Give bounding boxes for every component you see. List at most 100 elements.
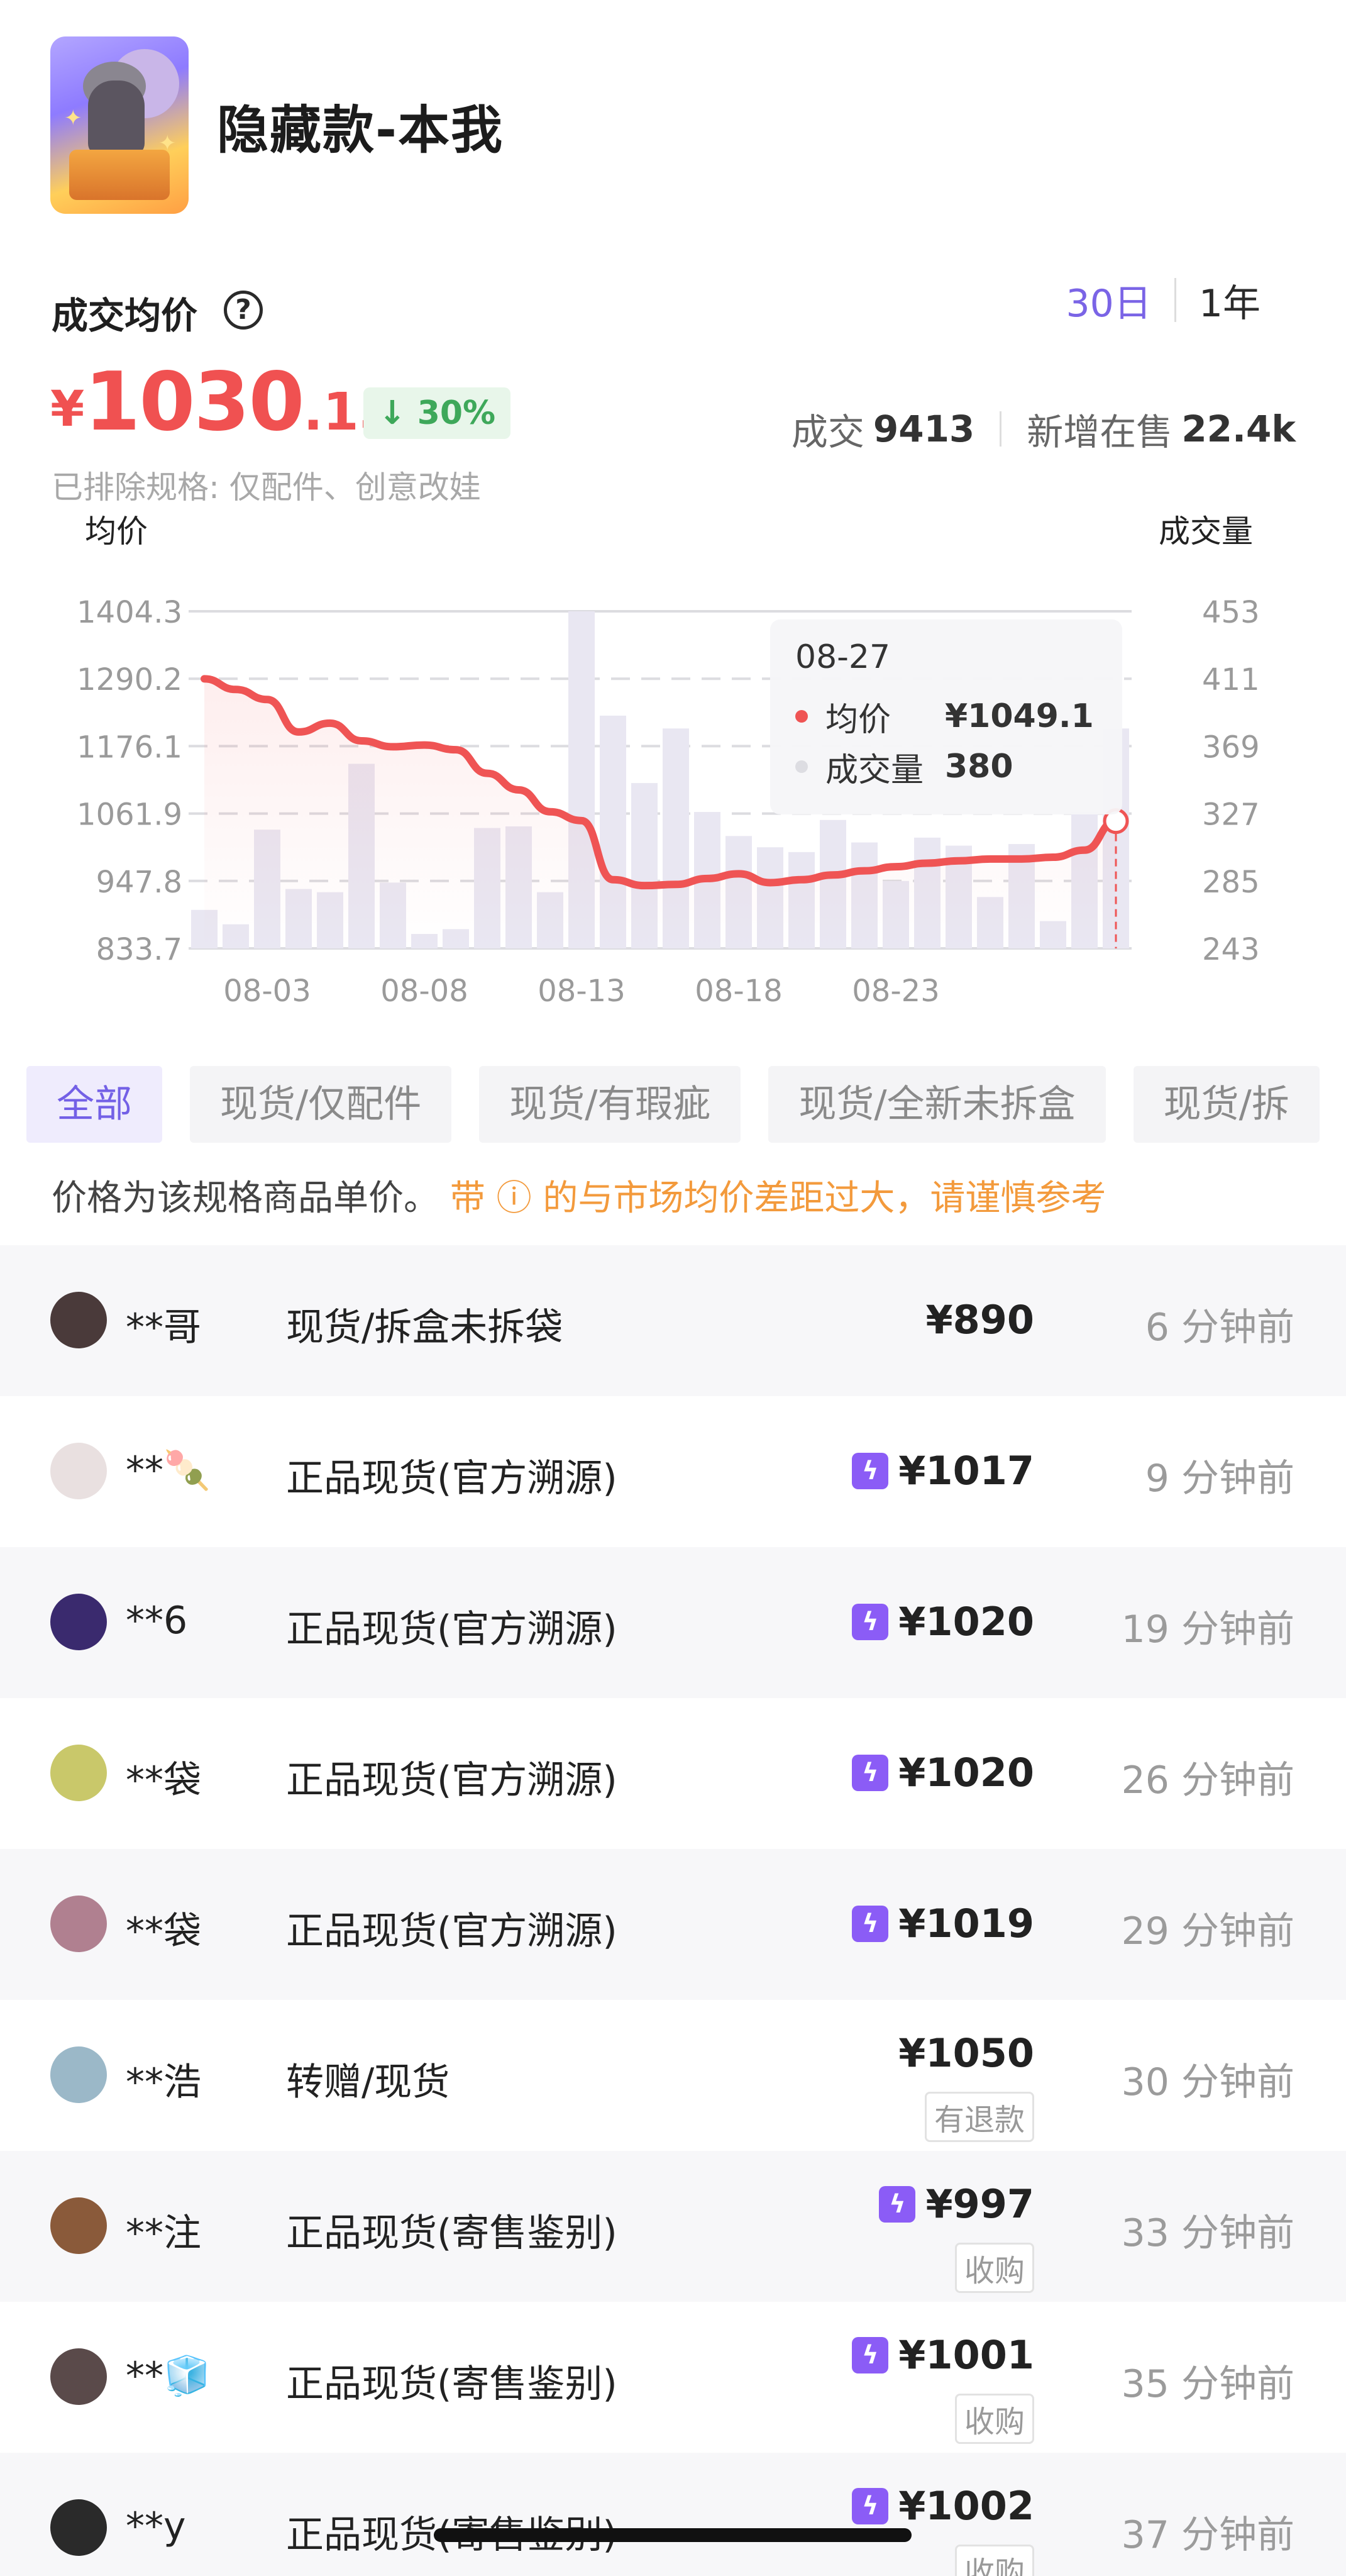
avatar[interactable] (50, 1292, 107, 1348)
avatar[interactable] (50, 2197, 107, 2254)
avatar[interactable] (50, 2348, 107, 2405)
avatar[interactable] (50, 2046, 107, 2103)
deal-price: ϟ ¥1017 (852, 1448, 1034, 1494)
deal-time: 30 分钟前 (1121, 2060, 1294, 2104)
transaction-row[interactable]: **浩 转赠/现货 ¥1050 有退款 30 分钟前 (0, 2000, 1346, 2151)
help-icon[interactable]: ? (224, 291, 263, 330)
spec-label: 正品现货(寄售鉴别) (286, 2362, 617, 2406)
buyer-name: **袋 (126, 1758, 201, 1802)
deal-price: ¥890 (925, 1297, 1034, 1343)
price-value: ¥1002 (898, 2483, 1034, 2529)
avatar[interactable] (50, 1594, 107, 1650)
price-value: ¥890 (925, 1297, 1034, 1343)
tooltip-price-value: ¥1049.1 (945, 697, 1094, 735)
tab-1-year[interactable]: 1年 (1176, 273, 1283, 328)
price-change-value: 30% (417, 394, 496, 432)
avatar[interactable] (50, 1443, 107, 1499)
tooltip-price-row: 均价 ¥1049.1 (795, 691, 1097, 741)
transaction-row[interactable]: **6 正品现货(官方溯源) ϟ ¥1020 19 分钟前 (0, 1547, 1346, 1698)
x-tick-label: 08-13 (538, 974, 625, 1009)
x-tick-label: 08-08 (380, 974, 468, 1009)
price-change-badge: ↓ 30% (363, 387, 511, 439)
buyer-name: **🧊 (126, 2354, 211, 2398)
left-tick-label: 1061.9 (77, 797, 182, 833)
product-header: ✦ ✦ 隐藏款-本我 (0, 0, 1346, 239)
range-tabs: 30日 1年 (1043, 272, 1283, 328)
price-volume-chart[interactable]: 均价 成交量 1404.3 453 1290.2 411 1176.1 369 1061.9… (0, 503, 1346, 1019)
buyer-name: **注 (126, 2211, 201, 2255)
transaction-row[interactable]: **🍡 正品现货(官方溯源) ϟ ¥1017 9 分钟前 (0, 1396, 1346, 1547)
arrow-down-icon: ↓ (378, 394, 406, 432)
spec-label: 正品现货(寄售鉴别) (286, 2211, 617, 2255)
price-value: ¥1019 (898, 1901, 1034, 1946)
price-currency: ¥ (50, 381, 85, 438)
deal-price: ϟ ¥1019 (852, 1901, 1034, 1946)
avatar[interactable] (50, 2499, 107, 2556)
spec-tab-accessories[interactable]: 现货/仅配件 (190, 1066, 452, 1143)
x-tick-label: 08-18 (695, 974, 782, 1009)
deal-price: ϟ ¥1001 (852, 2332, 1034, 2378)
avatar[interactable] (50, 1745, 107, 1801)
spec-tab-opened[interactable]: 现货/拆 (1133, 1066, 1320, 1143)
spec-label: 正品现货(官方溯源) (286, 1607, 617, 1652)
right-tick-label: 285 (1202, 865, 1260, 900)
lightning-icon: ϟ (879, 2185, 916, 2223)
left-tick-label: 833.7 (96, 932, 182, 967)
deal-time: 37 分钟前 (1121, 2513, 1294, 2557)
lightning-icon: ϟ (852, 2336, 889, 2373)
spec-label: 正品现货(官方溯源) (286, 1758, 617, 1802)
spec-label: 现货/拆盒未拆袋 (286, 1306, 563, 1350)
exclusion-note: 已排除规格: 仅配件、创意改娃 (52, 469, 481, 506)
spec-label: 正品现货(官方溯源) (286, 1909, 617, 1953)
right-tick-label: 243 (1202, 932, 1260, 967)
right-tick-label: 453 (1202, 595, 1260, 630)
left-tick-label: 947.8 (96, 865, 182, 900)
buyer-name: **浩 (126, 2060, 201, 2104)
price-value: ¥1001 (898, 2332, 1034, 2378)
transaction-row[interactable]: **y正品现货(寄售鉴别)ϟ¥1002收购37 分钟前 (0, 2453, 1346, 2576)
spec-tab-all[interactable]: 全部 (26, 1066, 162, 1143)
deals-value: 9413 (873, 408, 975, 450)
lightning-icon: ϟ (852, 1603, 889, 1640)
product-title: 隐藏款-本我 (217, 101, 504, 160)
transaction-list: **哥 现货/拆盒未拆袋 ¥890 6 分钟前 **🍡 正品现货(官方溯源) ϟ ¥1017 9… (0, 1245, 1346, 2576)
x-tick-label: 08-03 (223, 974, 311, 1009)
lightning-icon: ϟ (852, 2487, 889, 2524)
tooltip-volume-row: 成交量 380 (795, 741, 1097, 792)
transaction-row[interactable]: **🧊 正品现货(寄售鉴别) ϟ ¥1001 收购 35 分钟前 (0, 2302, 1346, 2453)
tooltip-volume-label: 成交量 (825, 751, 924, 789)
deal-price: ϟ ¥1002 (852, 2483, 1034, 2529)
right-tick-label: 369 (1202, 730, 1260, 765)
lightning-icon: ϟ (852, 1905, 889, 1942)
price-legend-dot (795, 710, 808, 723)
spec-tab-sealed[interactable]: 现货/全新未拆盒 (768, 1066, 1106, 1143)
deal-time: 35 分钟前 (1121, 2362, 1294, 2406)
deal-time: 9 分钟前 (1145, 1457, 1294, 1501)
new-listings-value: 22.4k (1181, 408, 1296, 450)
deal-time: 29 分钟前 (1121, 1909, 1294, 1953)
right-tick-label: 327 (1202, 797, 1260, 833)
product-thumbnail[interactable]: ✦ ✦ (50, 36, 189, 214)
deal-price: ϟ ¥1020 (852, 1599, 1034, 1645)
transaction-row[interactable]: **哥 现货/拆盒未拆袋 ¥890 6 分钟前 (0, 1245, 1346, 1396)
left-tick-label: 1176.1 (77, 730, 182, 765)
tab-30-days[interactable]: 30日 (1043, 273, 1174, 328)
price-value: ¥1050 (898, 2030, 1034, 2076)
transaction-row[interactable]: **袋 正品现货(官方溯源) ϟ ¥1020 26 分钟前 (0, 1698, 1346, 1849)
price-value: ¥1017 (898, 1448, 1034, 1494)
deal-stats: 成交 9413 新增在售 22.4k (792, 402, 1296, 455)
transaction-row[interactable]: **注 正品现货(寄售鉴别) ϟ ¥997 收购 33 分钟前 (0, 2151, 1346, 2302)
spec-tab-flawed[interactable]: 现货/有瑕疵 (479, 1066, 741, 1143)
spec-tabs: 全部 现货/仅配件 现货/有瑕疵 现货/全新未拆盒 现货/拆 (26, 1066, 1346, 1143)
home-indicator (434, 2528, 912, 2542)
price-notice: 价格为该规格商品单价。 带 ⓘ 的与市场均价差距过大，请谨慎参考 (52, 1170, 1106, 1221)
transaction-row[interactable]: **袋 正品现货(官方溯源) ϟ ¥1019 29 分钟前 (0, 1849, 1346, 2000)
avatar[interactable] (50, 1896, 107, 1952)
sparkle-icon: ✦ (158, 131, 177, 156)
deal-tag: 有退款 (924, 2092, 1034, 2142)
buyer-name: **🍡 (126, 1448, 211, 1492)
deal-price: ϟ ¥1020 (852, 1750, 1034, 1796)
price-value: ¥1020 (898, 1750, 1034, 1796)
avg-price-value: ¥1030.15 (50, 355, 395, 449)
buyer-name: **6 (126, 1599, 188, 1643)
